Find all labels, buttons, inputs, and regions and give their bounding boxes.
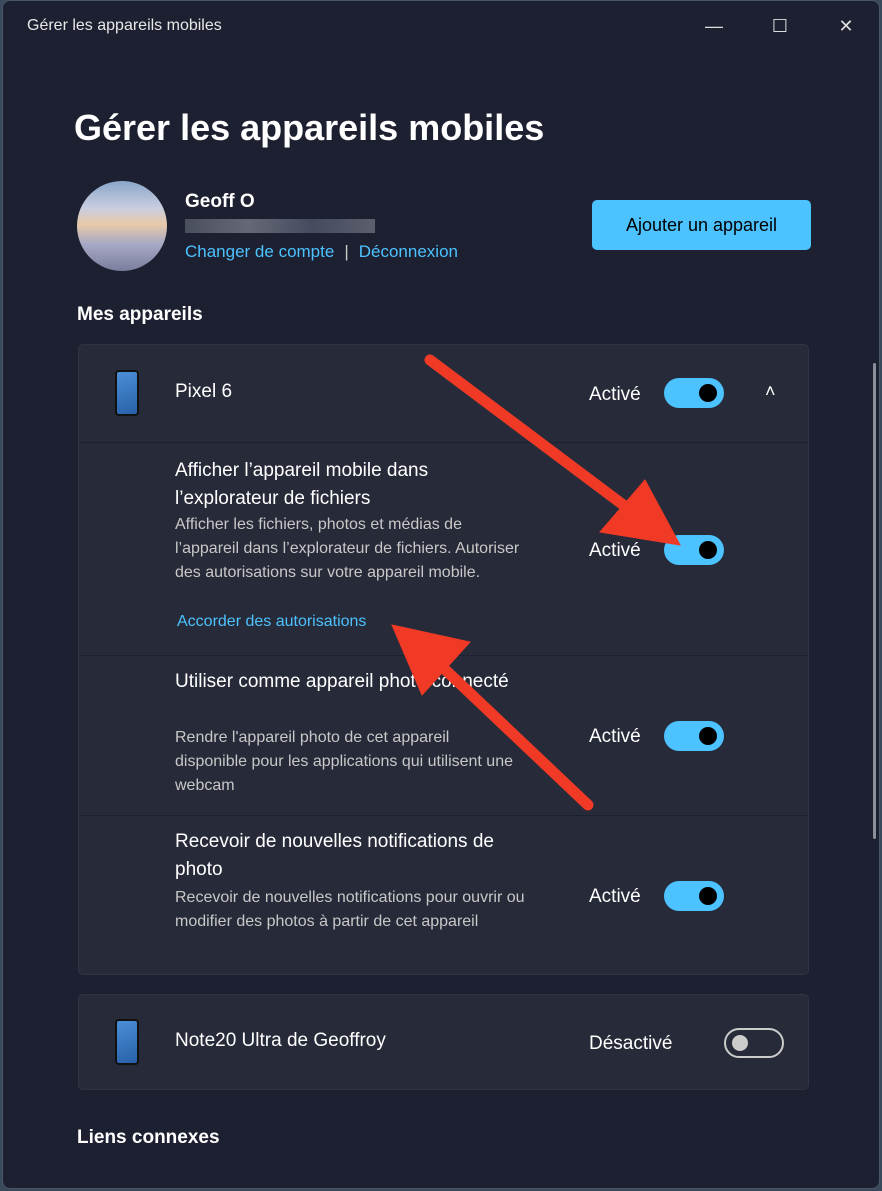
annotation-arrows xyxy=(391,354,681,811)
annotation-arrow-shaft xyxy=(429,654,594,811)
annotation-arrow-shaft xyxy=(424,354,636,516)
